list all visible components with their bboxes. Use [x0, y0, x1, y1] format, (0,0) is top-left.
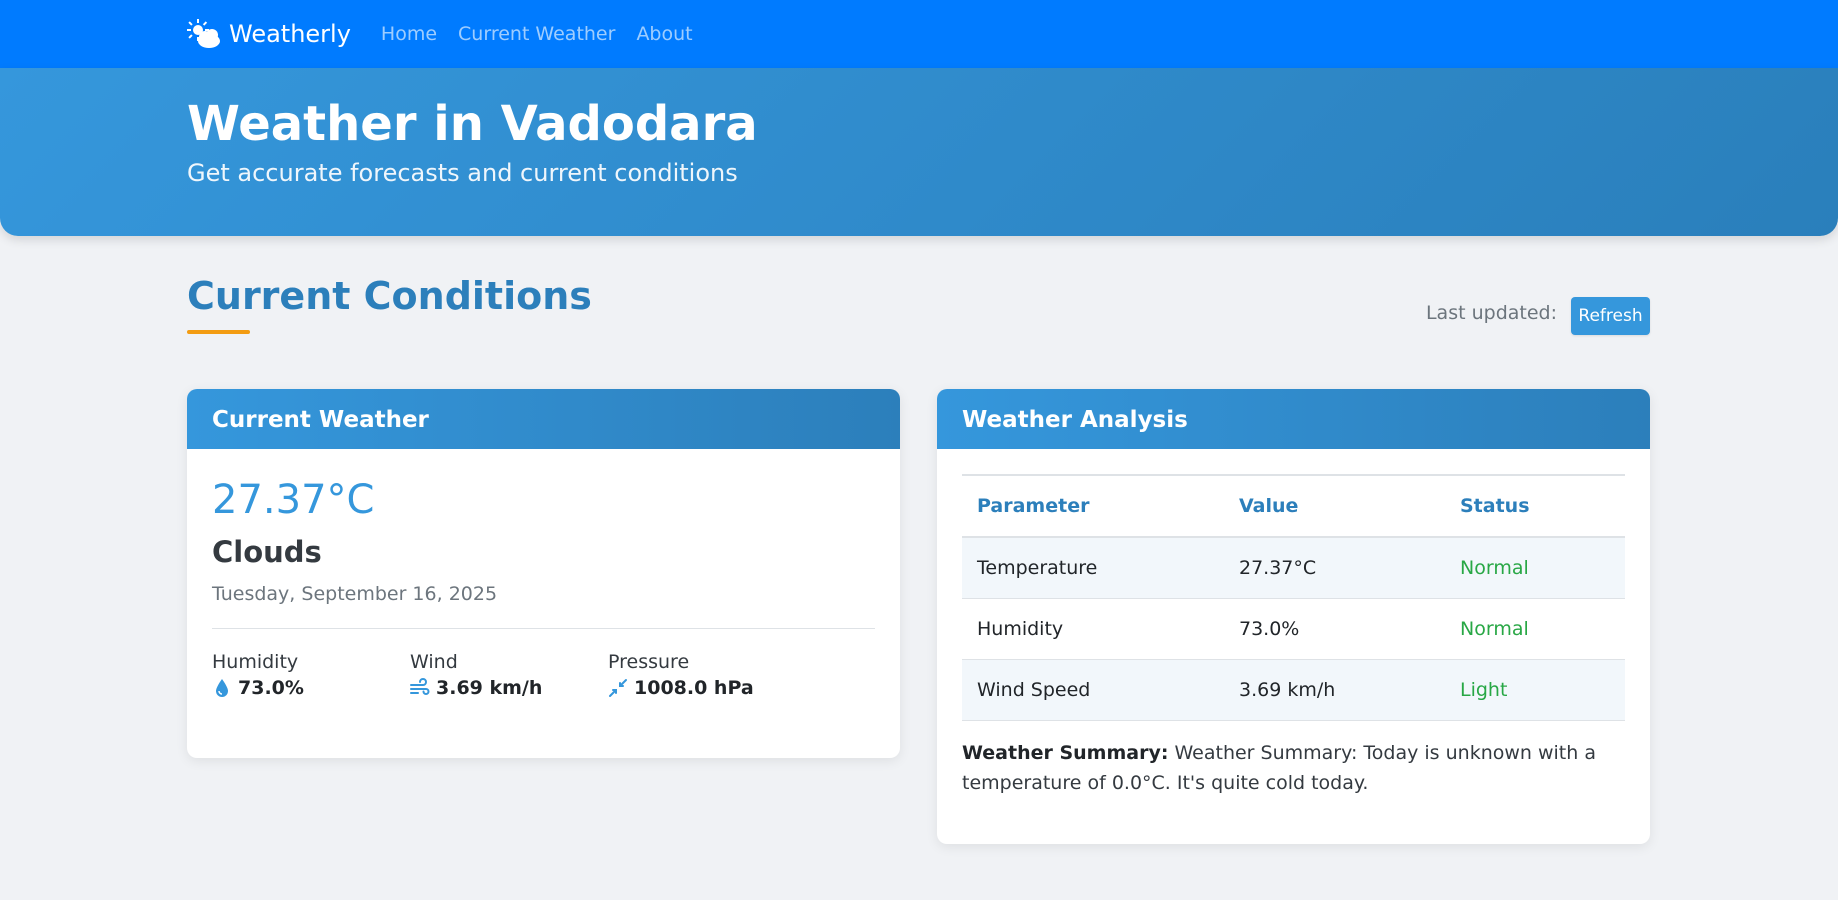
temperature-value: 27.37°C: [212, 477, 375, 523]
column-header-value: Value: [1224, 474, 1445, 538]
humidity-value: 73.0%: [238, 677, 304, 699]
brand-name: Weatherly: [229, 20, 351, 48]
section-title: Current Conditions: [187, 274, 592, 318]
wind-stat: Wind 3.69 km/h: [410, 651, 542, 699]
hero-title: Weather in Vadodara: [187, 96, 758, 152]
nav-link-home[interactable]: Home: [381, 23, 437, 45]
table-row: Temperature 27.37°C Normal: [962, 537, 1625, 599]
hero-subtitle: Get accurate forecasts and current condi…: [187, 159, 738, 187]
column-header-parameter: Parameter: [962, 474, 1224, 538]
cell-parameter: Temperature: [962, 537, 1224, 599]
hero-banner: Weather in Vadodara Get accurate forecas…: [0, 68, 1838, 236]
pressure-stat: Pressure 1008.0 hPa: [608, 651, 754, 699]
table-row: Wind Speed 3.69 km/h Light: [962, 659, 1625, 721]
table-row: Humidity 73.0% Normal: [962, 598, 1625, 660]
last-updated-label: Last updated:: [1425, 302, 1557, 324]
cell-status: Normal: [1445, 537, 1625, 599]
stat-label: Humidity: [212, 651, 299, 673]
brand-link[interactable]: Weatherly: [187, 19, 351, 49]
sun-cloud-icon: [187, 19, 220, 48]
weather-summary: Weather Summary: Weather Summary: Today …: [962, 738, 1602, 798]
stat-value-row: 3.69 km/h: [410, 677, 542, 699]
weather-date: Tuesday, September 16, 2025: [212, 583, 498, 605]
table-header-row: Parameter Value Status: [962, 474, 1625, 538]
cell-value: 3.69 km/h: [1224, 659, 1445, 721]
refresh-button[interactable]: Refresh: [1571, 297, 1650, 335]
current-weather-card: Current Weather 27.37°C Clouds Tuesday, …: [187, 389, 900, 758]
cell-value: 27.37°C: [1224, 537, 1445, 599]
weather-condition: Clouds: [212, 535, 322, 569]
stat-value-row: 73.0%: [212, 677, 304, 699]
summary-label: Weather Summary:: [962, 742, 1169, 764]
navbar: Weatherly Home Current Weather About: [0, 0, 1838, 68]
pressure-value: 1008.0 hPa: [634, 677, 754, 699]
cell-status: Normal: [1445, 598, 1625, 660]
humidity-stat: Humidity 73.0%: [212, 651, 304, 699]
nav-link-current-weather[interactable]: Current Weather: [458, 23, 615, 45]
section-underline: [187, 330, 250, 334]
wind-icon: [410, 678, 430, 695]
cell-parameter: Humidity: [962, 598, 1224, 660]
stat-label: Pressure: [608, 651, 690, 673]
wind-value: 3.69 km/h: [436, 677, 543, 699]
cell-value: 73.0%: [1224, 598, 1445, 660]
cell-parameter: Wind Speed: [962, 659, 1224, 721]
stat-label: Wind: [410, 651, 458, 673]
compress-arrows-icon: [609, 679, 627, 697]
navbar-inner: Weatherly Home Current Weather About: [187, 0, 714, 68]
stat-value-row: 1008.0 hPa: [608, 677, 754, 699]
droplet-icon: [216, 679, 228, 697]
nav-link-about[interactable]: About: [636, 23, 692, 45]
card-title: Current Weather: [187, 389, 900, 449]
divider: [212, 628, 875, 629]
weather-analysis-card: Weather Analysis Parameter Value Status …: [937, 389, 1650, 844]
cell-status: Light: [1445, 659, 1625, 721]
column-header-status: Status: [1445, 474, 1625, 538]
analysis-table: Parameter Value Status Temperature 27.37…: [962, 474, 1625, 721]
card-title: Weather Analysis: [937, 389, 1650, 449]
